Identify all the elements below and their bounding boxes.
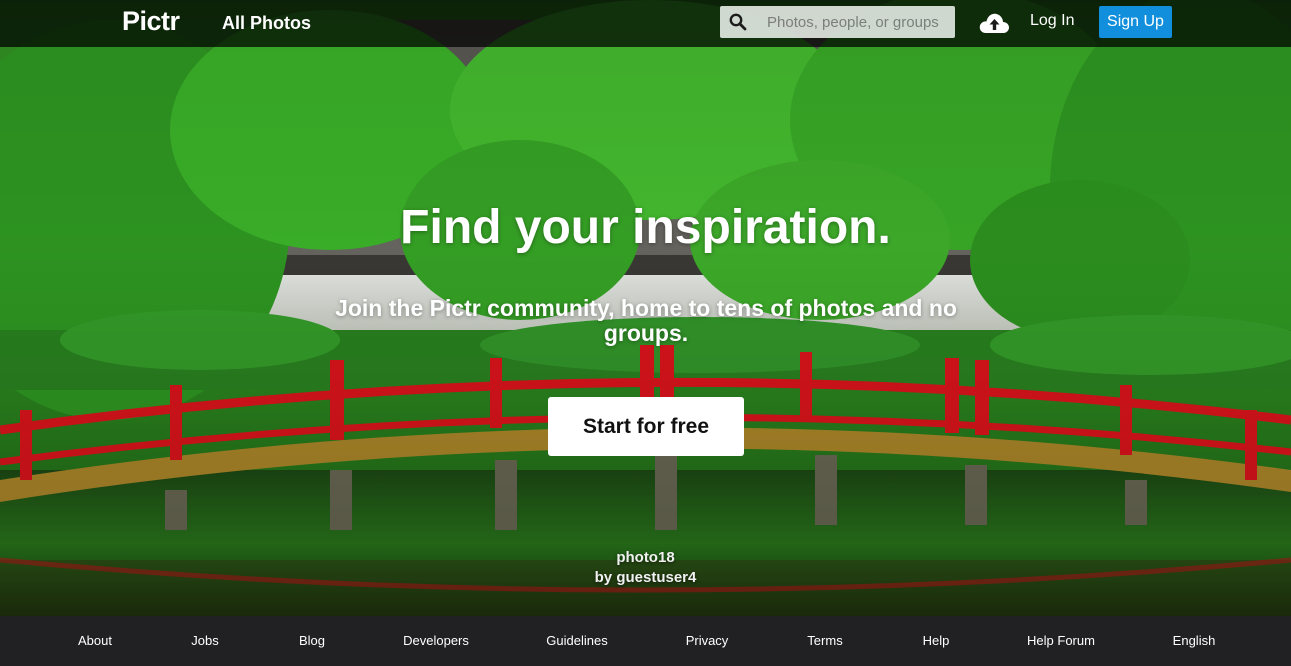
nav-all-photos-link[interactable]: All Photos — [222, 13, 311, 34]
footer: About Jobs Blog Developers Guidelines Pr… — [0, 616, 1291, 666]
cloud-upload-icon[interactable] — [978, 9, 1010, 37]
photo-title-link[interactable]: photo18 — [616, 549, 674, 566]
footer-link-developers[interactable]: Developers — [403, 633, 469, 648]
footer-link-about[interactable]: About — [78, 633, 112, 648]
pictr-logo[interactable]: Pictr — [122, 6, 180, 37]
footer-link-terms[interactable]: Terms — [807, 633, 842, 648]
footer-link-privacy[interactable]: Privacy — [686, 633, 729, 648]
search-icon[interactable] — [729, 13, 747, 31]
login-link[interactable]: Log In — [1030, 12, 1074, 30]
hero-title: Find your inspiration. — [400, 201, 891, 254]
footer-link-guidelines[interactable]: Guidelines — [546, 633, 607, 648]
page: Pictr All Photos Log In Sign Up Find you… — [0, 0, 1291, 666]
signup-button[interactable]: Sign Up — [1099, 6, 1172, 38]
photo-credit: photo18 by guestuser4 — [0, 548, 1291, 588]
footer-link-jobs[interactable]: Jobs — [191, 633, 218, 648]
footer-link-language[interactable]: English — [1173, 633, 1216, 648]
search-input[interactable] — [760, 6, 957, 38]
hero-subtitle: Join the Pictr community, home to tens o… — [335, 295, 957, 346]
footer-link-help[interactable]: Help — [923, 633, 950, 648]
footer-link-blog[interactable]: Blog — [299, 633, 325, 648]
top-navigation-bar: Pictr All Photos Log In Sign Up — [0, 0, 1291, 47]
photo-author-link[interactable]: by guestuser4 — [595, 569, 697, 586]
start-for-free-button[interactable]: Start for free — [548, 397, 744, 456]
footer-link-help-forum[interactable]: Help Forum — [1027, 633, 1095, 648]
search-box — [720, 6, 957, 38]
